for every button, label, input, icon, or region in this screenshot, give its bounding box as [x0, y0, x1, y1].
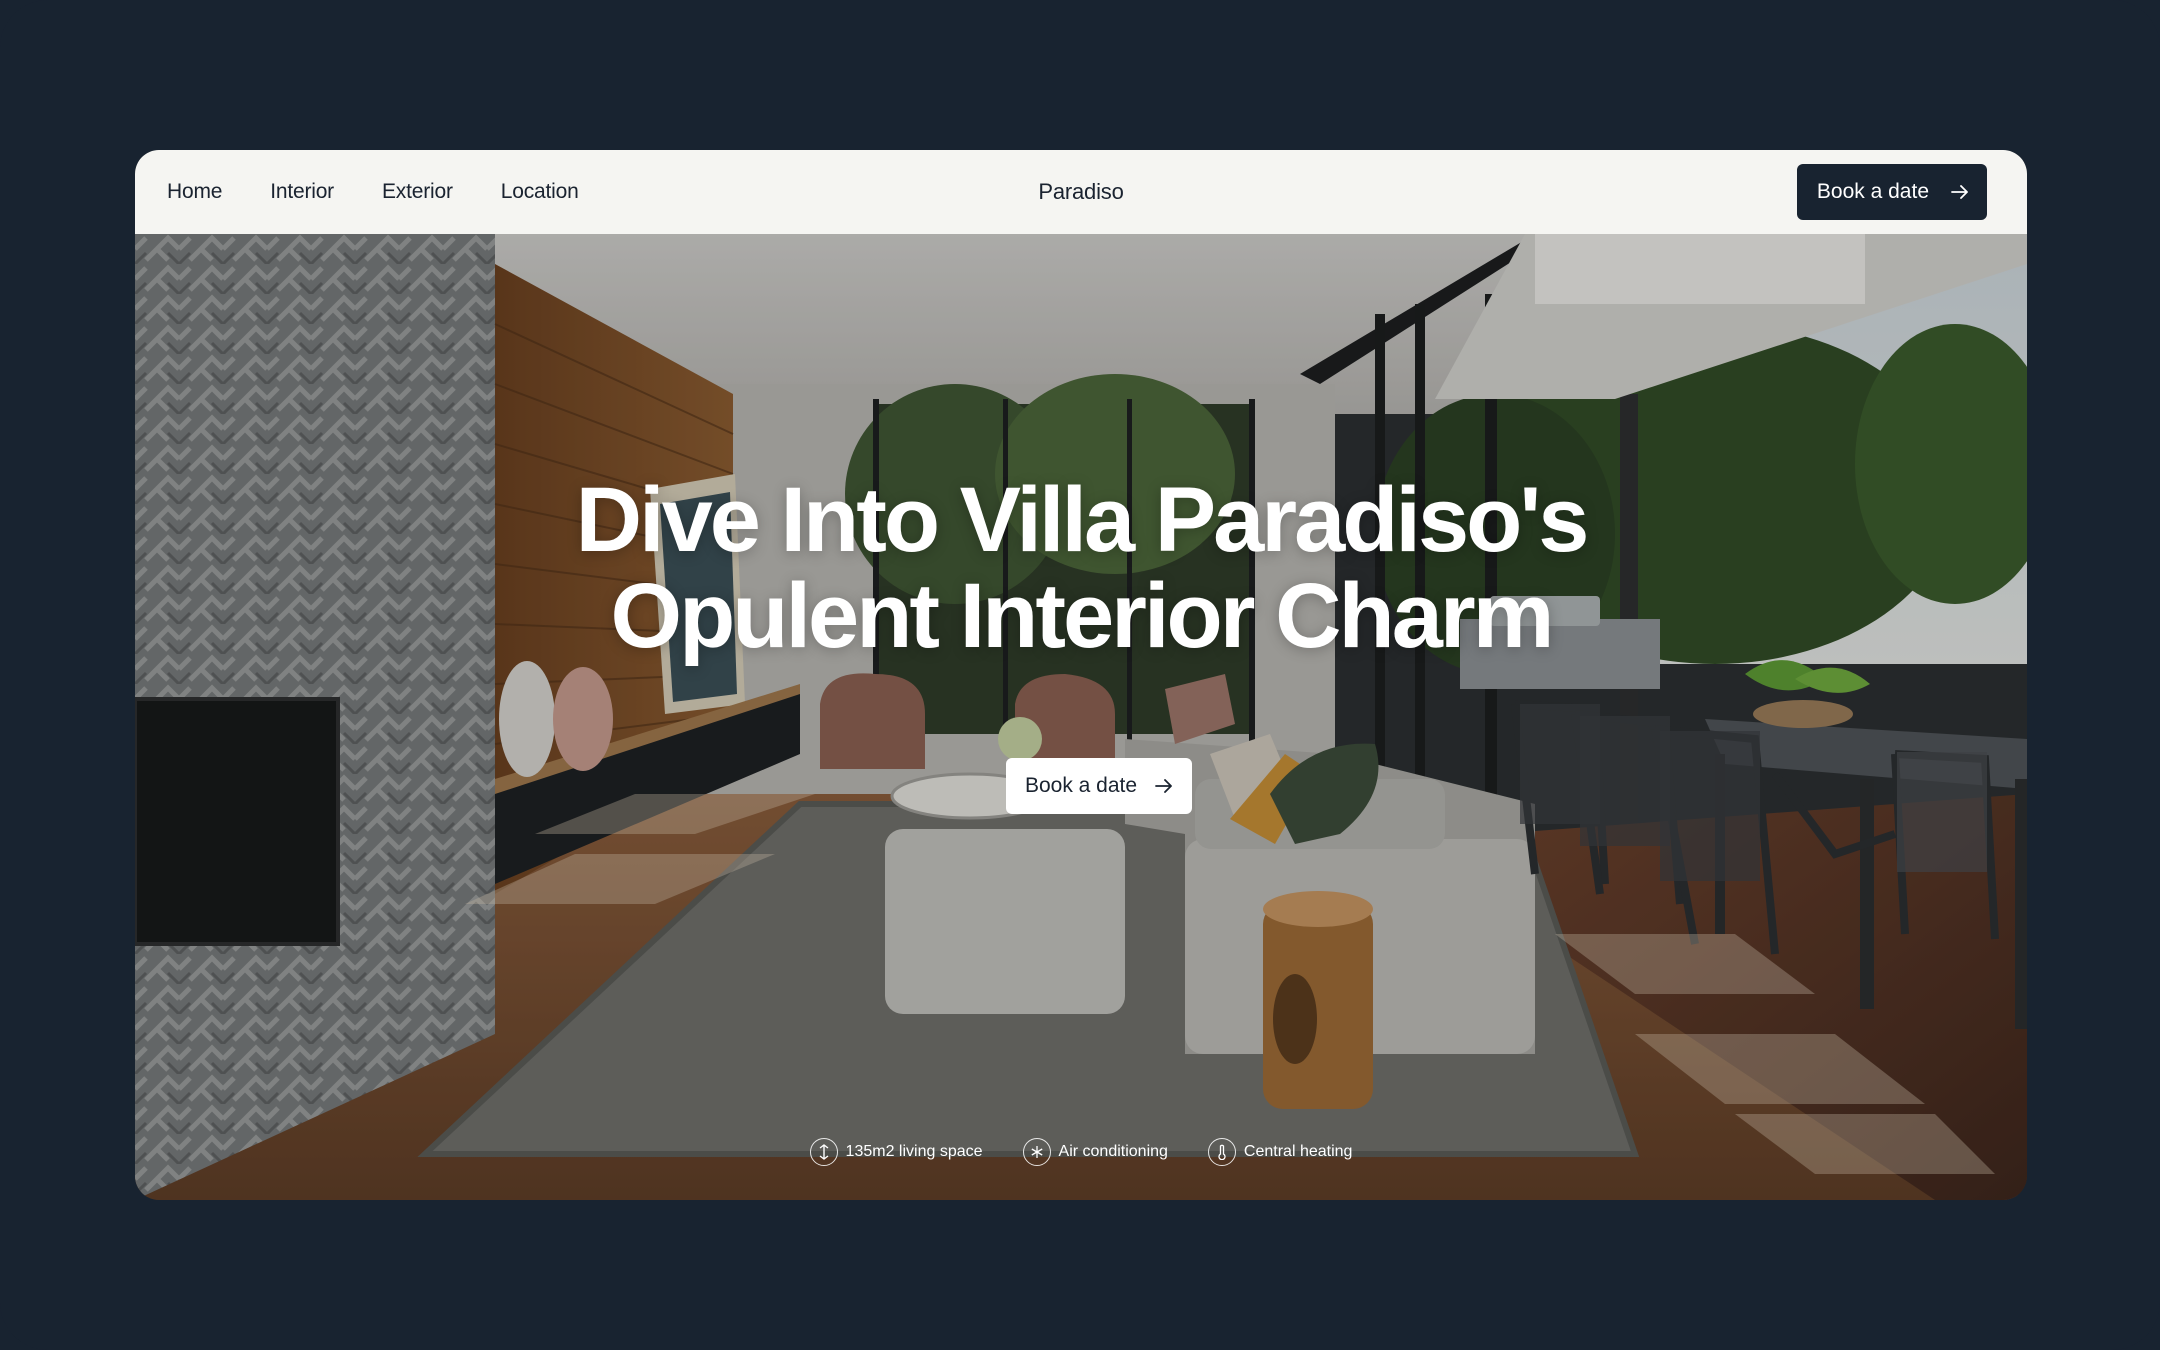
hero-book-date-button[interactable]: Book a date — [1006, 758, 1192, 814]
thermometer-icon — [1207, 1138, 1236, 1166]
hero-headline: Dive Into Villa Paradiso's Opulent Inter… — [135, 472, 2027, 664]
brand-logo[interactable]: Paradiso — [1038, 179, 1123, 205]
snowflake-icon — [1022, 1138, 1051, 1166]
arrow-right-icon — [1951, 185, 1968, 199]
nav-link-exterior[interactable]: Exterior — [382, 180, 453, 204]
hero-book-date-label: Book a date — [1024, 774, 1138, 797]
top-nav: Home Interior Exterior Location Paradiso… — [135, 150, 2027, 234]
hero-headline-line1: Dive Into Villa Paradiso's — [575, 469, 1590, 571]
feature-label: Central heating — [1243, 1143, 1353, 1160]
feature-label: 135m2 living space — [845, 1143, 983, 1160]
book-date-button[interactable]: Book a date — [1796, 164, 1987, 220]
hero-headline-line2: Opulent Interior Charm — [610, 565, 1555, 667]
nav-link-home[interactable]: Home — [167, 180, 222, 204]
nav-link-location[interactable]: Location — [501, 180, 579, 204]
area-icon — [809, 1138, 838, 1166]
feature-label: Air conditioning — [1058, 1143, 1168, 1160]
hero-section: Dive Into Villa Paradiso's Opulent Inter… — [135, 234, 2027, 1200]
nav-link-interior[interactable]: Interior — [270, 180, 334, 204]
feature-list: 135m2 living space Air conditioning Cent… — [135, 1138, 2027, 1166]
nav-links: Home Interior Exterior Location — [167, 180, 579, 204]
page-background: Home Interior Exterior Location Paradiso… — [0, 0, 2160, 1350]
website-window: Home Interior Exterior Location Paradiso… — [135, 150, 2027, 1200]
book-date-label: Book a date — [1816, 180, 1929, 203]
hero-overlay — [135, 234, 2027, 1200]
feature-living-space: 135m2 living space — [809, 1138, 983, 1166]
feature-central-heating: Central heating — [1207, 1138, 1353, 1166]
feature-air-conditioning: Air conditioning — [1022, 1138, 1168, 1166]
arrow-right-icon — [1155, 779, 1172, 793]
